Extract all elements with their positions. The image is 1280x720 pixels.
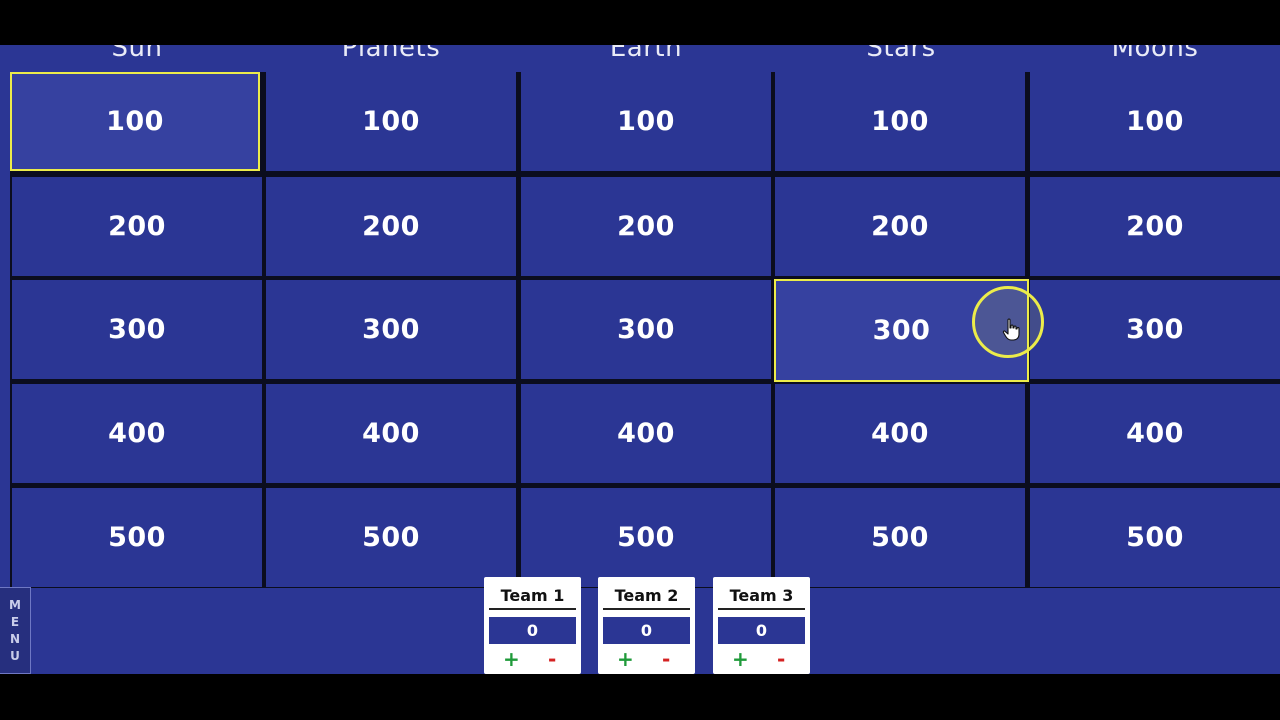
add-points-button[interactable]: + [732,647,749,671]
team-score: 0 [718,617,805,644]
team-score: 0 [489,617,576,644]
question-tile[interactable]: 400 [12,384,262,483]
question-tile[interactable]: 400 [521,384,771,483]
question-tile[interactable]: 500 [521,488,771,587]
question-tile[interactable]: 500 [12,488,262,587]
question-tile[interactable]: 400 [266,384,516,483]
question-tile[interactable]: 300 [1030,280,1280,379]
add-points-button[interactable]: + [503,647,520,671]
team-name: Team 1 [489,586,576,610]
team-card-2: Team 2 0 + - [598,577,695,674]
menu-tab[interactable]: M E N U [0,587,31,674]
team-name: Team 2 [603,586,690,610]
category-stars: Stars [866,45,936,63]
team-card-1: Team 1 0 + - [484,577,581,674]
subtract-points-button[interactable]: - [777,647,785,671]
question-tile[interactable]: 200 [775,177,1025,276]
question-tile[interactable]: 300 [12,280,262,379]
hand-pointer-icon [1002,318,1020,341]
question-tile[interactable]: 200 [521,177,771,276]
question-tile[interactable]: 100 [521,72,771,171]
subtract-points-button[interactable]: - [662,647,670,671]
question-tile[interactable]: 100 [1030,72,1280,171]
question-tile[interactable]: 400 [1030,384,1280,483]
team-name: Team 3 [718,586,805,610]
team-card-3: Team 3 0 + - [713,577,810,674]
category-sun: Sun [111,45,163,63]
question-tile[interactable]: 400 [775,384,1025,483]
question-tile[interactable]: 100 [266,72,516,171]
question-tile[interactable]: 100 [10,72,260,171]
menu-letter: E [10,614,20,629]
game-board: 100 100 100 100 100 200 200 200 200 200 … [10,72,1280,588]
category-header-row: Sun Planets Earth Stars Moons [10,45,1280,73]
question-tile[interactable]: 500 [1030,488,1280,587]
menu-letter: U [10,648,20,663]
category-earth: Earth [609,45,683,63]
category-planets: Planets [341,45,441,63]
question-tile[interactable]: 200 [12,177,262,276]
question-tile[interactable]: 500 [266,488,516,587]
add-points-button[interactable]: + [617,647,634,671]
question-tile[interactable]: 200 [1030,177,1280,276]
question-tile[interactable]: 300 [521,280,771,379]
question-tile[interactable]: 100 [775,72,1025,171]
menu-letter: N [9,631,21,646]
question-tile[interactable]: 500 [775,488,1025,587]
category-moons: Moons [1111,45,1199,63]
question-tile[interactable]: 200 [266,177,516,276]
team-score: 0 [603,617,690,644]
game-stage: Sun Planets Earth Stars Moons 100 100 10… [0,45,1280,674]
menu-letter: M [9,597,21,612]
question-tile[interactable]: 300 [266,280,516,379]
subtract-points-button[interactable]: - [548,647,556,671]
